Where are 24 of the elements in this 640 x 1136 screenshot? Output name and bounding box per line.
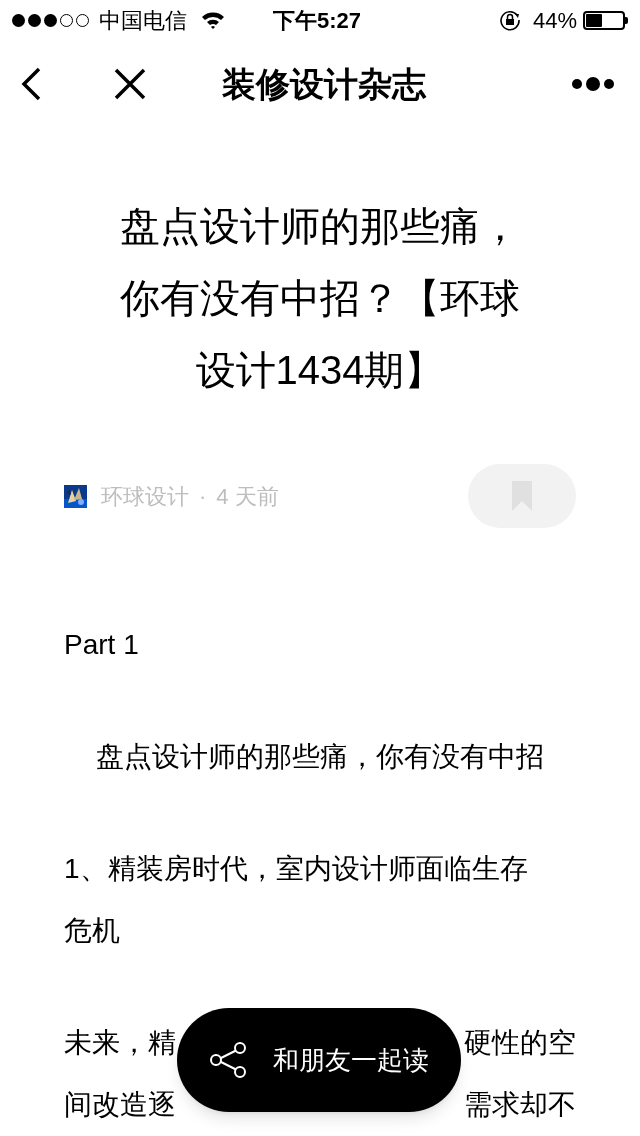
clock: 下午5:27 — [273, 6, 362, 35]
text-line: 1、精装房时代，室内设计师面临生存 — [64, 852, 529, 886]
text-line: 危机 — [64, 914, 121, 948]
text-line: 需求却不 — [464, 1088, 576, 1122]
section-heading: 盘点设计师的那些痛，你有没有中招 — [95, 740, 545, 774]
text-line: 硬性的空 — [464, 1026, 576, 1060]
wifi-icon — [201, 11, 225, 29]
article-title: 设计1434期】 — [195, 347, 445, 394]
article-title: 你有没有中招？【环球 — [120, 275, 520, 322]
article-title: 盘点设计师的那些痛， — [120, 203, 520, 250]
battery-percent: 44% — [532, 6, 577, 35]
publish-time: 4 天前 — [216, 482, 279, 511]
battery-icon — [583, 10, 628, 30]
text-line: 未来，精 — [64, 1026, 176, 1060]
share-icon — [209, 1042, 247, 1078]
separator-dot: · — [199, 482, 207, 511]
page-title: 装修设计杂志 — [222, 63, 426, 105]
text-line: 间改造逐 — [64, 1088, 176, 1122]
more-button[interactable] — [572, 77, 614, 91]
read-with-friends-button[interactable]: 和朋友一起读 — [177, 1008, 461, 1112]
carrier-name: 中国电信 — [99, 6, 187, 35]
text-line: Part 1 — [64, 628, 140, 662]
close-button[interactable] — [114, 67, 148, 101]
rotation-lock-icon — [498, 9, 521, 31]
